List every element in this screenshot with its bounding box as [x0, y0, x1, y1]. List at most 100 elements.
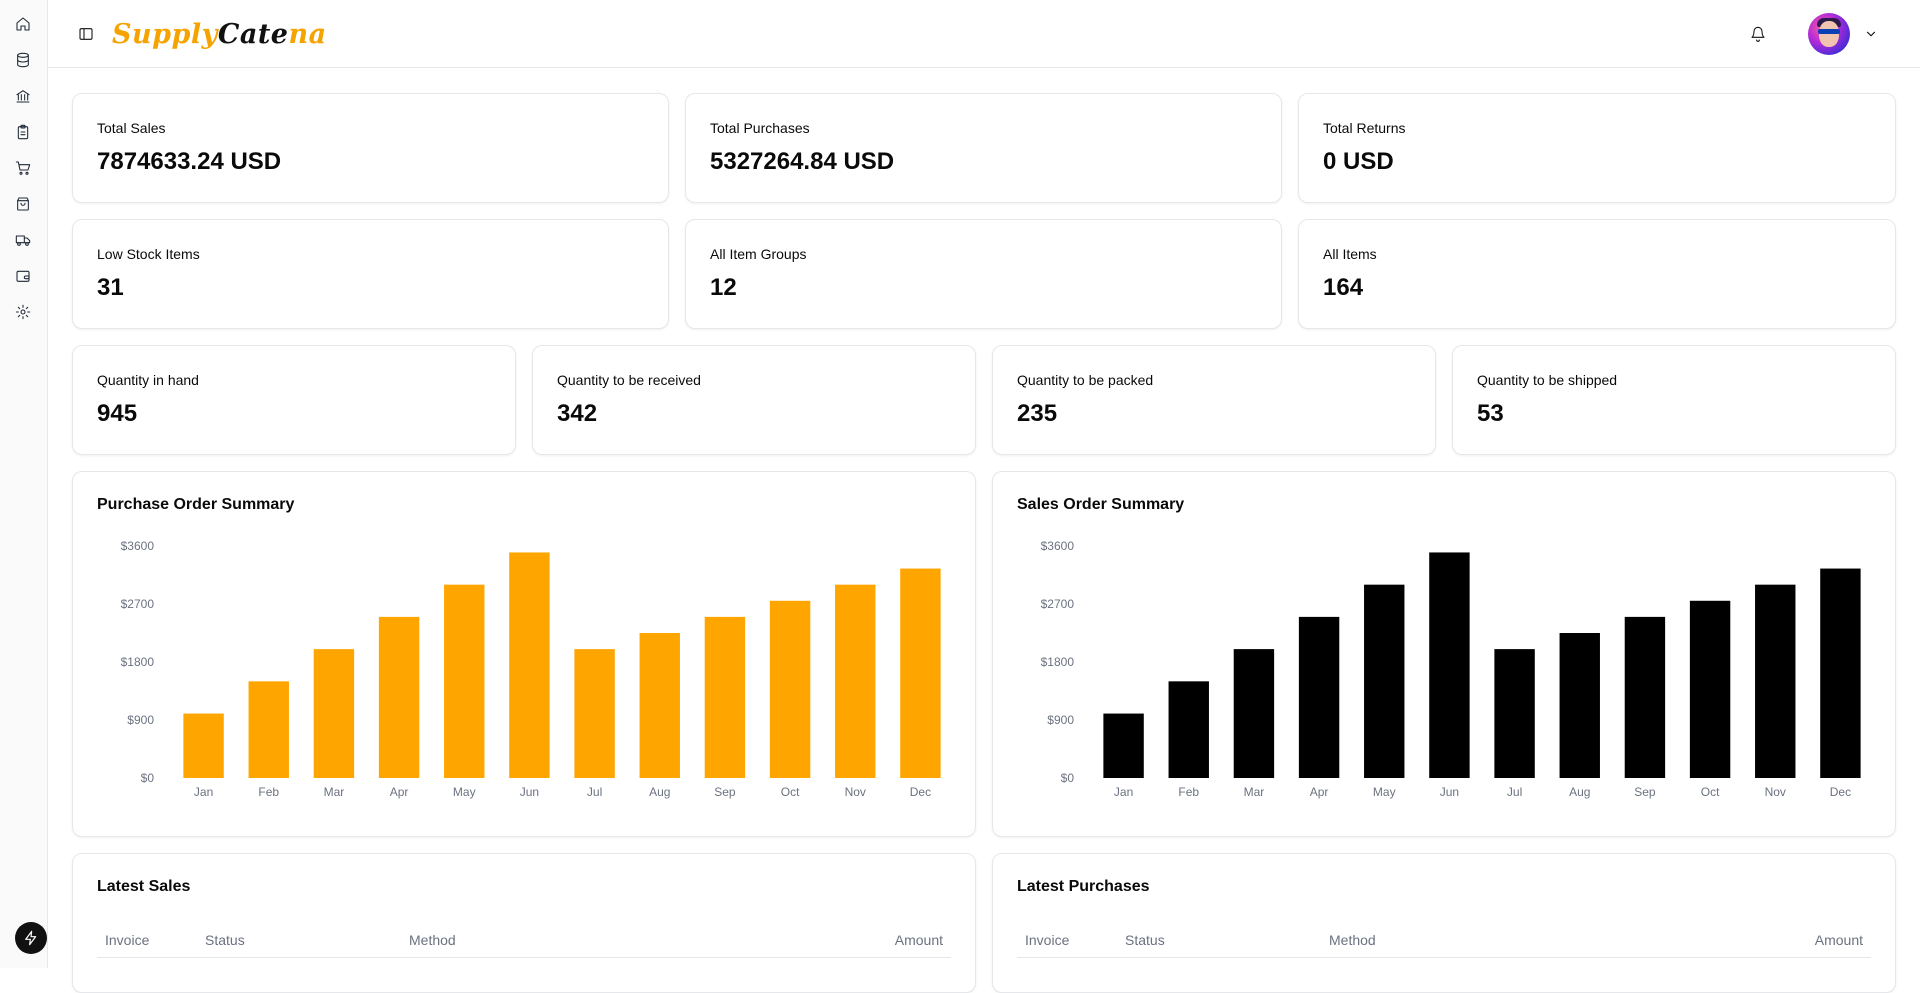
notification-bell-icon[interactable] [1748, 24, 1768, 44]
y-tick-label: $2700 [1041, 597, 1075, 611]
sidebar-rail [0, 0, 48, 968]
avatar-glasses [1818, 29, 1840, 34]
package-icon[interactable] [13, 194, 33, 214]
stat-card-total-returns: Total Returns 0 USD [1298, 93, 1896, 203]
x-tick-label: Apr [1310, 785, 1329, 799]
wallet-icon[interactable] [13, 266, 33, 286]
bar-nov [835, 584, 876, 778]
stat-card-total-purchases: Total Purchases 5327264.84 USD [685, 93, 1282, 203]
stat-label: Quantity to be packed [1017, 372, 1154, 388]
y-tick-label: $0 [141, 771, 155, 785]
stat-label: Quantity to be shipped [1477, 372, 1618, 388]
bar-jul [574, 649, 615, 778]
stat-label: Total Purchases [710, 120, 810, 136]
bar-jan [183, 713, 224, 778]
x-tick-label: May [453, 785, 476, 799]
stat-card-all-items: All Items 164 [1298, 219, 1896, 329]
stat-card-item-groups: All Item Groups 12 [685, 219, 1282, 329]
bar-feb [248, 681, 289, 778]
user-avatar[interactable] [1808, 13, 1850, 55]
x-tick-label: Sep [1634, 785, 1656, 799]
bar-feb [1168, 681, 1209, 778]
stat-card-total-sales: Total Sales 7874633.24 USD [72, 93, 669, 203]
x-tick-label: Jun [1440, 785, 1459, 799]
x-tick-label: Jul [587, 785, 602, 799]
logo-text-part2: Cate [217, 18, 289, 50]
bar-dec [900, 568, 941, 778]
column-header-status[interactable]: Status [205, 932, 245, 948]
truck-icon[interactable] [13, 230, 33, 250]
stat-value: 945 [97, 400, 138, 427]
settings-icon[interactable] [13, 302, 33, 322]
stat-label: Quantity in hand [97, 372, 199, 388]
x-tick-label: Aug [1569, 785, 1590, 799]
bar-oct [1689, 600, 1731, 778]
x-tick-label: Mar [1244, 785, 1265, 799]
top-bar: Supply Cate na [48, 0, 1920, 68]
stat-label: Total Sales [97, 120, 166, 136]
x-tick-label: Jan [1114, 785, 1133, 799]
x-tick-label: Jul [1507, 785, 1522, 799]
x-tick-label: Dec [910, 785, 931, 799]
x-tick-label: Jun [520, 785, 539, 799]
bank-icon[interactable] [13, 86, 33, 106]
column-header-method[interactable]: Method [409, 932, 456, 948]
x-tick-label: May [1373, 785, 1396, 799]
y-tick-label: $0 [1061, 771, 1075, 785]
x-tick-label: Aug [649, 785, 670, 799]
x-tick-label: Apr [390, 785, 409, 799]
y-tick-label: $3600 [121, 539, 155, 553]
stat-value: 53 [1477, 400, 1504, 427]
stat-value: 0 USD [1323, 148, 1394, 175]
bar-nov [1755, 584, 1796, 778]
y-tick-label: $900 [1047, 713, 1074, 727]
avatar-face [1819, 21, 1839, 47]
cart-icon[interactable] [13, 158, 33, 178]
stat-label: All Items [1323, 246, 1377, 262]
stat-label: Low Stock Items [97, 246, 200, 262]
bar-oct [769, 600, 811, 778]
column-header-amount[interactable]: Amount [895, 932, 943, 948]
sales-order-chart: $0 $900 $1800 $2700 $3600 Jan Feb Mar Apr May Jun J… [1041, 539, 1861, 799]
bolt-icon[interactable] [15, 922, 47, 954]
x-tick-label: Nov [1765, 785, 1786, 799]
logo-text-part3: na [288, 18, 327, 50]
home-icon[interactable] [13, 14, 33, 34]
x-tick-label: Nov [845, 785, 866, 799]
chart-title: Purchase Order Summary [97, 496, 295, 513]
stat-value: 235 [1017, 400, 1058, 427]
column-header-invoice[interactable]: Invoice [105, 932, 149, 948]
purchase-order-summary-card: Purchase Order Summary $0 $900 $1800 $2700 $… [72, 471, 976, 837]
stat-card-qty-to-ship: Quantity to be shipped 53 [1452, 345, 1896, 455]
column-header-invoice[interactable]: Invoice [1025, 932, 1069, 948]
column-header-amount[interactable]: Amount [1815, 932, 1863, 948]
column-header-status[interactable]: Status [1125, 932, 1165, 948]
column-header-method[interactable]: Method [1329, 932, 1376, 948]
x-tick-label: Dec [1830, 785, 1851, 799]
bar-aug [1559, 633, 1600, 778]
database-icon[interactable] [13, 50, 33, 70]
app-logo[interactable]: Supply Cate na [112, 14, 327, 54]
latest-sales-card: Latest Sales Invoice Status Method Amoun… [72, 853, 976, 993]
bar-apr [1298, 616, 1340, 778]
stat-card-qty-to-receive: Quantity to be received 342 [532, 345, 976, 455]
bar-aug [639, 633, 680, 778]
y-tick-label: $3600 [1041, 539, 1075, 553]
table-header: Invoice Status Method Amount [97, 922, 951, 958]
clipboard-icon[interactable] [13, 122, 33, 142]
y-tick-label: $1800 [121, 655, 155, 669]
x-tick-label: Feb [1178, 785, 1199, 799]
stat-card-qty-to-pack: Quantity to be packed 235 [992, 345, 1436, 455]
stat-value: 7874633.24 USD [97, 148, 282, 175]
stat-value: 164 [1323, 274, 1364, 301]
bar-jun [1429, 552, 1470, 778]
x-tick-label: Feb [258, 785, 279, 799]
chevron-down-icon[interactable] [1862, 25, 1880, 43]
stat-label: All Item Groups [710, 246, 807, 262]
sidebar-toggle-icon[interactable] [76, 24, 96, 44]
bar-sep [704, 616, 746, 778]
x-tick-label: Mar [324, 785, 345, 799]
sales-order-summary-card: Sales Order Summary $0 $900 $1800 $2700 $360… [992, 471, 1896, 837]
bar-sep [1624, 616, 1666, 778]
x-tick-label: Oct [1701, 785, 1720, 799]
